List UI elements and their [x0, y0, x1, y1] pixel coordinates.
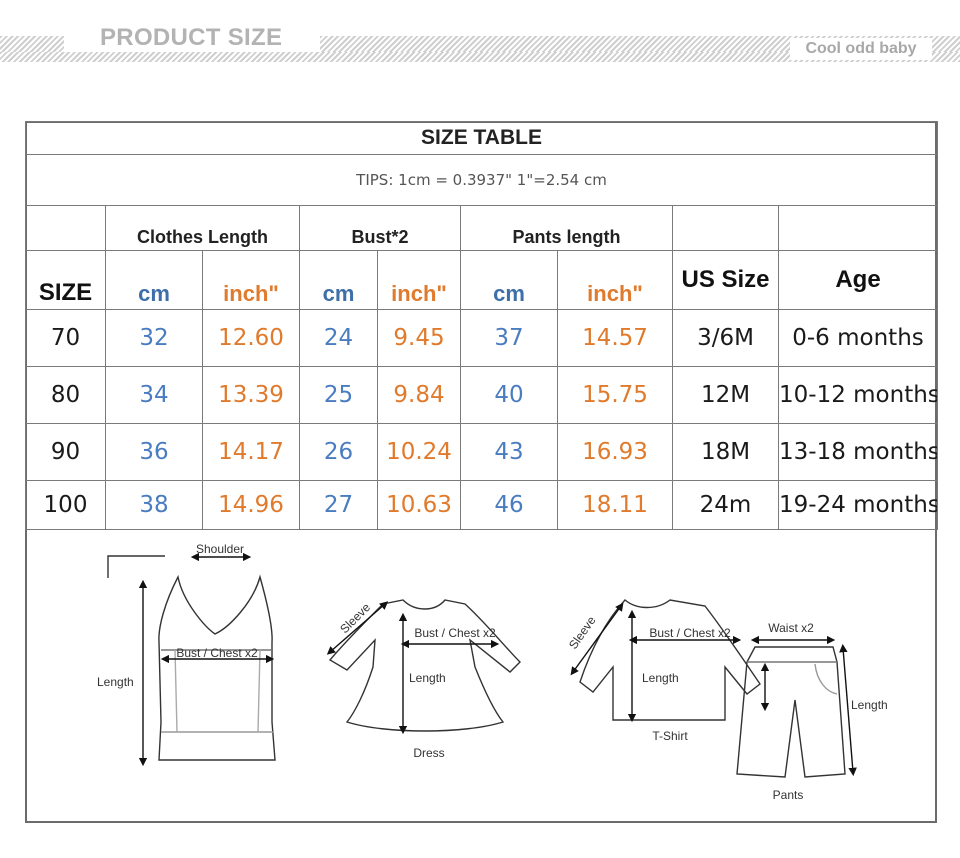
cell-bust-cm: 24 — [299, 309, 378, 367]
cell-pants-inch: 14.57 — [557, 309, 673, 367]
empty-header-cell — [777, 205, 939, 251]
cell-clothes-cm: 32 — [105, 309, 203, 367]
tshirt-bust-label: Bust / Chest x2 — [649, 626, 731, 640]
column-header-inch: inch" — [202, 250, 300, 310]
tshirt-diagram — [570, 599, 761, 723]
cell-pants-inch: 15.75 — [557, 366, 673, 424]
vest-shoulder-label: Shoulder — [196, 542, 244, 556]
group-bust: Bust*2 — [299, 205, 461, 251]
empty-header-cell — [25, 205, 106, 251]
measurement-diagrams: Shoulder Bust / Chest x2 Length Bust / C… — [97, 542, 888, 802]
cell-clothes-inch: 12.60 — [202, 309, 300, 367]
cell-us-size: 18M — [672, 423, 779, 481]
column-header-cm: cm — [460, 250, 558, 310]
table-row: 80 34 13.39 25 9.84 40 15.75 12M 10-12 m… — [25, 366, 939, 424]
cell-us-size: 3/6M — [672, 309, 779, 367]
column-header-inch: inch" — [377, 250, 461, 310]
cell-clothes-inch: 13.39 — [202, 366, 300, 424]
cell-age: 0-6 months — [777, 309, 939, 367]
cell-bust-cm: 26 — [299, 423, 378, 481]
cell-age: 10-12 months — [777, 366, 939, 424]
pants-length-label: Length — [851, 698, 888, 712]
column-header-inch: inch" — [557, 250, 673, 310]
dress-bust-label: Bust / Chest x2 — [414, 626, 496, 640]
vest-bust-label: Bust / Chest x2 — [176, 646, 258, 660]
cell-bust-inch: 9.84 — [377, 366, 461, 424]
dress-name-label: Dress — [413, 746, 444, 760]
tshirt-length-label: Length — [642, 671, 679, 685]
group-clothes-length: Clothes Length — [105, 205, 300, 251]
cell-pants-inch: 16.93 — [557, 423, 673, 481]
column-header-cm: cm — [299, 250, 378, 310]
column-header-age: Age — [777, 250, 939, 310]
column-header-cm: cm — [105, 250, 203, 310]
brand-label: Cool odd baby — [790, 38, 932, 60]
cell-pants-cm: 40 — [460, 366, 558, 424]
cell-bust-inch: 9.45 — [377, 309, 461, 367]
cell-clothes-cm: 34 — [105, 366, 203, 424]
pants-waist-label: Waist x2 — [768, 621, 814, 635]
table-row: 70 32 12.60 24 9.45 37 14.57 3/6M 0-6 mo… — [25, 309, 939, 367]
cell-pants-cm: 43 — [460, 423, 558, 481]
tshirt-name-label: T-Shirt — [652, 729, 688, 743]
group-pants-length: Pants length — [460, 205, 673, 251]
pants-name-label: Pants — [773, 788, 804, 802]
cell-pants-cm: 37 — [460, 309, 558, 367]
cell-us-size: 12M — [672, 366, 779, 424]
column-header-size: SIZE — [25, 250, 106, 310]
empty-header-cell — [672, 205, 779, 251]
column-header-us-size: US Size — [672, 250, 779, 310]
cell-size: 80 — [25, 366, 106, 424]
table-row: 90 36 14.17 26 10.24 43 16.93 18M 13-18 … — [25, 423, 939, 481]
dress-length-label: Length — [409, 671, 446, 685]
cell-bust-inch: 10.24 — [377, 423, 461, 481]
pants-diagram — [736, 635, 857, 778]
size-table-title: SIZE TABLE — [24, 121, 939, 155]
tshirt-sleeve-label: Sleeve — [566, 613, 599, 651]
cell-age: 13-18 months — [777, 423, 939, 481]
cell-size: 70 — [25, 309, 106, 367]
cell-bust-cm: 25 — [299, 366, 378, 424]
cell-clothes-cm: 36 — [105, 423, 203, 481]
cell-size: 90 — [25, 423, 106, 481]
conversion-tips: TIPS: 1cm = 0.3937" 1"=2.54 cm — [24, 154, 939, 206]
vest-length-label: Length — [97, 675, 134, 689]
size-table: SIZE TABLE TIPS: 1cm = 0.3937" 1"=2.54 c… — [24, 121, 939, 530]
page-title: PRODUCT SIZE — [100, 24, 283, 51]
cell-clothes-inch: 14.17 — [202, 423, 300, 481]
